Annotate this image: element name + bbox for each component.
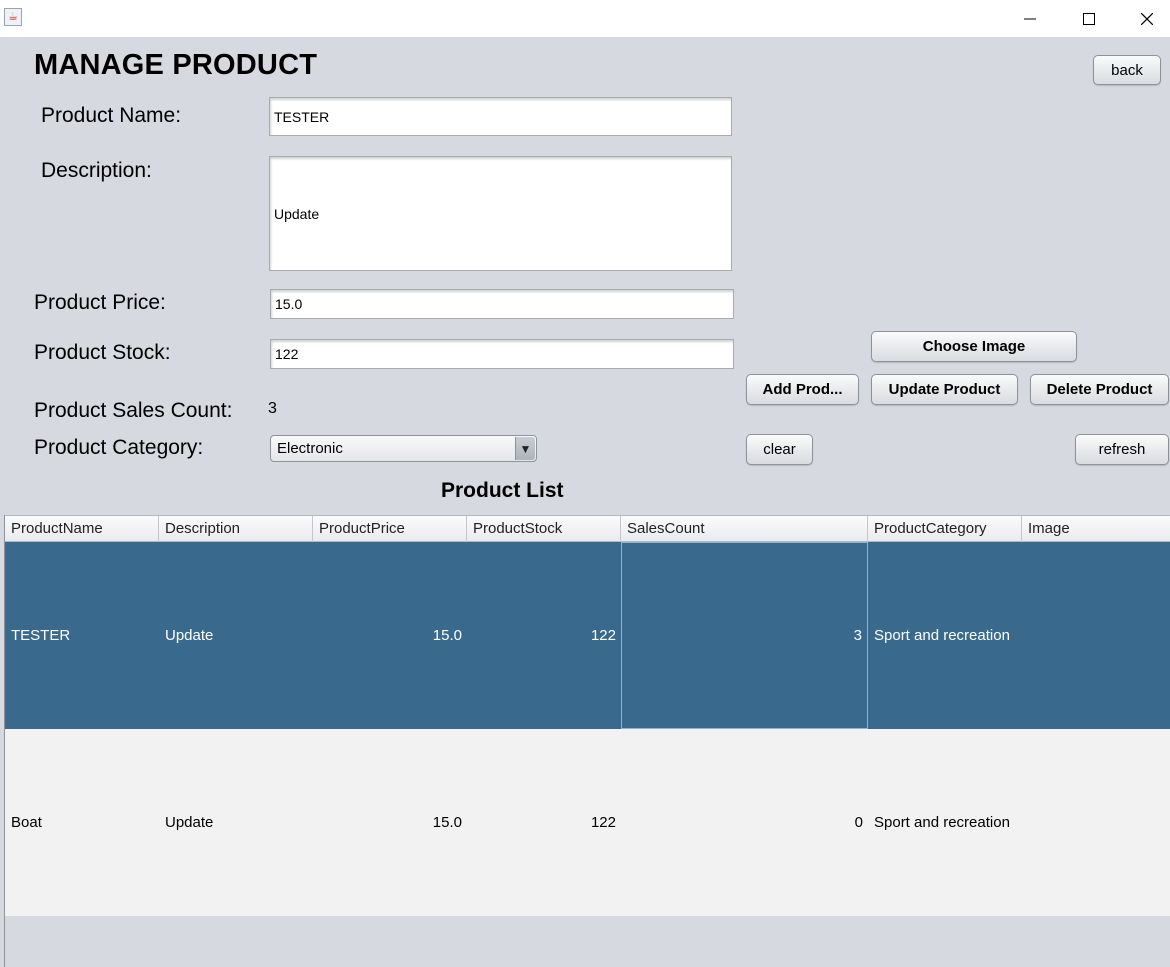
column-header-product-stock[interactable]: ProductStock: [467, 516, 621, 542]
product-price-input[interactable]: 15.0: [270, 289, 734, 319]
description-label: Description:: [41, 159, 152, 182]
table-row[interactable]: TESTER Update 15.0 122 3 Sport and recre…: [5, 542, 1170, 729]
maximize-icon: [1083, 12, 1095, 25]
column-header-sales-count[interactable]: SalesCount: [621, 516, 868, 542]
cell-image[interactable]: [1022, 542, 1170, 729]
product-stock-label: Product Stock:: [34, 341, 171, 364]
minimize-icon: [1024, 18, 1036, 19]
product-name-input[interactable]: TESTER: [269, 97, 732, 136]
delete-product-button[interactable]: Delete Product: [1030, 374, 1169, 405]
category-selected-value: Electronic: [277, 440, 343, 457]
cell-product-price[interactable]: 15.0: [313, 542, 467, 729]
window-title-bar: ☕: [0, 0, 1170, 37]
description-textarea[interactable]: Update: [269, 156, 732, 271]
add-product-button[interactable]: Add Prod...: [746, 374, 859, 405]
java-coffee-icon: ☕: [4, 8, 22, 26]
choose-image-button[interactable]: Choose Image: [871, 331, 1077, 362]
refresh-button[interactable]: refresh: [1075, 434, 1169, 465]
cell-product-category[interactable]: Sport and recreation: [868, 542, 1022, 729]
cell-product-price[interactable]: 15.0: [313, 729, 467, 916]
category-select[interactable]: Electronic ▼: [270, 435, 537, 462]
column-header-image[interactable]: Image: [1022, 516, 1170, 542]
product-list-title: Product List: [441, 479, 564, 502]
sales-count-label: Product Sales Count:: [34, 399, 233, 422]
cell-image[interactable]: [1022, 729, 1170, 916]
table-row[interactable]: Boat Update 15.0 122 0 Sport and recreat…: [5, 729, 1170, 916]
main-panel: MANAGE PRODUCT back Product Name: TESTER…: [0, 37, 1170, 967]
close-icon: [1141, 12, 1153, 25]
column-header-description[interactable]: Description: [159, 516, 313, 542]
cell-product-name[interactable]: TESTER: [5, 542, 159, 729]
cell-product-name[interactable]: Boat: [5, 729, 159, 916]
clear-button[interactable]: clear: [746, 434, 813, 465]
column-header-product-price[interactable]: ProductPrice: [313, 516, 467, 542]
update-product-button[interactable]: Update Product: [871, 374, 1018, 405]
cell-sales-count[interactable]: 0: [621, 729, 868, 916]
cell-sales-count[interactable]: 3: [621, 542, 868, 729]
minimize-button[interactable]: [1001, 0, 1059, 37]
product-price-label: Product Price:: [34, 291, 166, 314]
cell-product-category[interactable]: Sport and recreation: [868, 729, 1022, 916]
sales-count-value: 3: [268, 400, 277, 417]
cell-product-stock[interactable]: 122: [467, 729, 621, 916]
page-title: MANAGE PRODUCT: [34, 49, 318, 81]
column-header-product-name[interactable]: ProductName: [5, 516, 159, 542]
cell-product-stock[interactable]: 122: [467, 542, 621, 729]
product-table: ProductName Description ProductPrice Pro…: [4, 515, 1170, 967]
product-stock-input[interactable]: 122: [270, 339, 734, 369]
table-header: ProductName Description ProductPrice Pro…: [5, 515, 1170, 542]
cell-description[interactable]: Update: [159, 542, 313, 729]
column-header-product-category[interactable]: ProductCategory: [868, 516, 1022, 542]
product-name-label: Product Name:: [41, 104, 182, 127]
cell-description[interactable]: Update: [159, 729, 313, 916]
close-button[interactable]: [1118, 0, 1170, 37]
back-button[interactable]: back: [1093, 55, 1161, 85]
maximize-button[interactable]: [1060, 0, 1118, 37]
product-category-label: Product Category:: [34, 436, 204, 459]
chevron-down-icon[interactable]: ▼: [515, 437, 535, 460]
